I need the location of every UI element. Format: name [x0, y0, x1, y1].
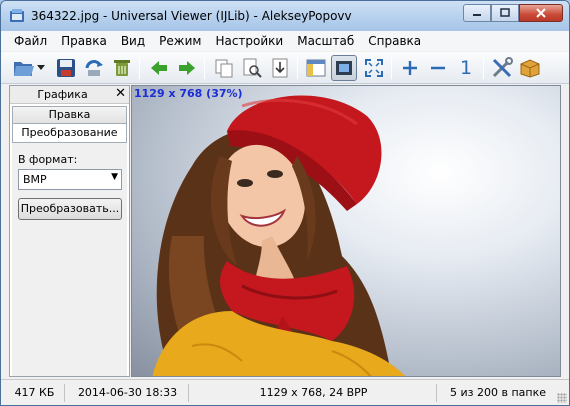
menu-file[interactable]: Файл: [7, 34, 54, 48]
status-position: 5 из 200 в папке: [450, 386, 546, 399]
photo-image: [152, 95, 406, 376]
plugins-button[interactable]: [517, 55, 543, 81]
copy-icon: [215, 59, 233, 78]
toolbar-separator: [139, 57, 140, 79]
zoom-in-button[interactable]: [397, 55, 423, 81]
fullscreen-icon: [365, 59, 383, 77]
toolbar-separator: [297, 57, 298, 79]
settings-tools-button[interactable]: [489, 55, 515, 81]
toolbar-separator: [483, 57, 484, 79]
package-icon: [520, 59, 540, 78]
status-date: 2014-06-30 18:33: [67, 384, 189, 402]
menu-mode[interactable]: Режим: [152, 34, 208, 48]
minimize-icon: [473, 14, 481, 16]
open-dropdown-button[interactable]: [35, 55, 47, 81]
dropdown-arrow-icon: [37, 65, 45, 70]
save-icon: [57, 59, 75, 77]
toolbar-separator: [204, 57, 205, 79]
export-button[interactable]: [267, 55, 293, 81]
toolbar-separator: [391, 57, 392, 79]
window-title: 364322.jpg - Universal Viewer (IJLib) - …: [31, 9, 352, 23]
close-icon: [536, 8, 546, 18]
format-select[interactable]: BMP ▼: [18, 169, 122, 190]
toolbar: 1: [1, 52, 569, 84]
panel-close-icon[interactable]: ✕: [115, 86, 126, 101]
menu-help[interactable]: Справка: [361, 34, 428, 48]
format-select-value: BMP: [23, 173, 47, 186]
fit-view-button[interactable]: [331, 55, 357, 81]
copy-button[interactable]: [211, 55, 237, 81]
image-dimensions-overlay: 1129 x 768 (37%): [134, 87, 243, 100]
zoom-out-button[interactable]: [425, 55, 451, 81]
zoom-in-icon: [403, 61, 417, 75]
resize-grip-icon[interactable]: [557, 393, 567, 403]
status-file-size: 417 КБ: [5, 384, 65, 402]
format-label: В формат:: [18, 153, 78, 166]
fullscreen-button[interactable]: [361, 55, 387, 81]
prev-arrow-icon: [151, 61, 167, 75]
menu-edit[interactable]: Правка: [54, 34, 114, 48]
actual-size-icon: 1: [459, 57, 473, 79]
delete-icon: [114, 60, 130, 76]
status-image-info: 1129 x 768, 24 BPP: [191, 384, 437, 402]
app-window: 364322.jpg - Universal Viewer (IJLib) - …: [0, 0, 570, 406]
tab-edit[interactable]: Правка: [12, 106, 127, 123]
reload-icon: [85, 60, 103, 76]
menu-zoom[interactable]: Масштаб: [290, 34, 361, 48]
chevron-down-icon: ▼: [111, 172, 118, 182]
minimize-button[interactable]: [463, 4, 491, 22]
find-button[interactable]: [239, 55, 265, 81]
next-arrow-icon: [179, 61, 195, 75]
window-controls: [463, 4, 563, 24]
reload-button[interactable]: [81, 55, 107, 81]
prev-button[interactable]: [146, 55, 172, 81]
settings-tools-icon: [492, 57, 513, 78]
open-folder-icon: [14, 62, 34, 76]
save-button[interactable]: [53, 55, 79, 81]
export-icon: [272, 58, 288, 78]
open-button[interactable]: [11, 55, 37, 81]
find-icon: [243, 58, 262, 78]
panel-header: Графика ✕: [10, 86, 129, 104]
tab-convert[interactable]: Преобразование: [12, 123, 127, 142]
status-bar: 417 КБ 2014-06-30 18:33 1129 x 768, 24 B…: [1, 379, 569, 405]
image-viewer[interactable]: 1129 x 768 (37%): [131, 85, 561, 377]
convert-button[interactable]: Преобразовать...: [18, 198, 122, 220]
panel-toggle-button[interactable]: [303, 55, 329, 81]
menu-settings[interactable]: Настройки: [208, 34, 290, 48]
title-bar[interactable]: 364322.jpg - Universal Viewer (IJLib) - …: [1, 1, 569, 31]
menu-bar: Файл Правка Вид Режим Настройки Масштаб …: [1, 31, 569, 51]
convert-tab-body: В формат: BMP ▼ Преобразовать...: [12, 142, 127, 376]
next-button[interactable]: [174, 55, 200, 81]
zoom-out-icon: [431, 66, 445, 70]
menu-view[interactable]: Вид: [114, 34, 152, 48]
fit-view-icon: [336, 61, 352, 75]
maximize-button[interactable]: [491, 4, 519, 22]
delete-button[interactable]: [109, 55, 135, 81]
actual-size-button[interactable]: 1: [453, 55, 479, 81]
panel-title: Графика: [37, 88, 88, 101]
maximize-icon: [500, 8, 510, 17]
close-button[interactable]: [519, 4, 563, 22]
app-icon: [9, 8, 25, 24]
panel-icon: [306, 59, 326, 77]
graphics-panel: Графика ✕ Правка Преобразование В формат…: [9, 85, 130, 377]
